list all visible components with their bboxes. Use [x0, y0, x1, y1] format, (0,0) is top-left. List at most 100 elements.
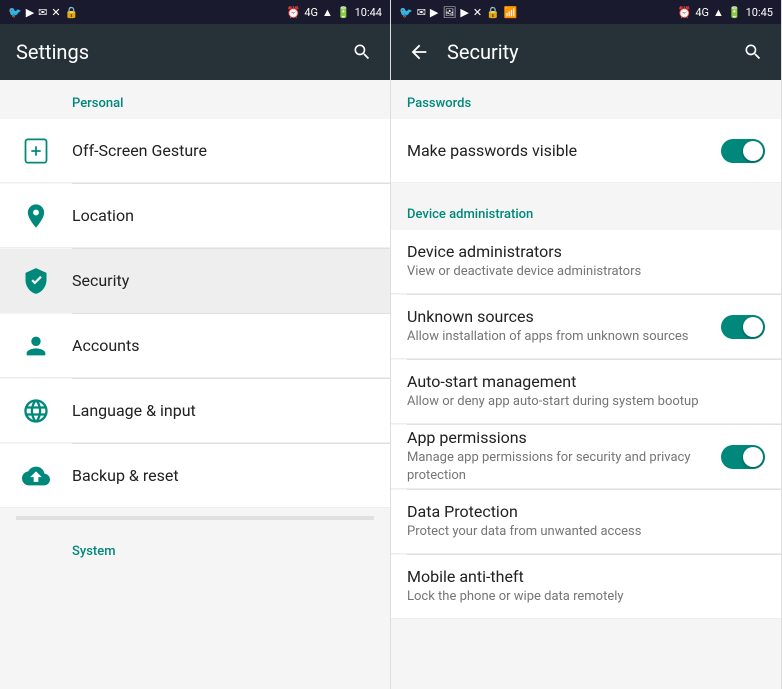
auto-start-subtitle: Allow or deny app auto-start during syst… — [407, 393, 765, 411]
right-toolbar: Security — [391, 24, 781, 80]
lock-icon: 🔒 — [65, 6, 79, 19]
data-protection-item[interactable]: Data Protection Protect your data from u… — [391, 490, 781, 554]
data-protection-title: Data Protection — [407, 502, 765, 521]
app-permissions-toggle[interactable] — [721, 445, 765, 469]
backup-item[interactable]: Backup & reset — [0, 444, 390, 508]
right-panel: 🐦 ✉ ▶ 🖼 ▶ ✕ 🔒 📶 ⏰ 4G ▲ 🔋 10:45 Security — [391, 0, 782, 689]
mobile-antitheft-text: Mobile anti-theft Lock the phone or wipe… — [407, 567, 765, 606]
location-item[interactable]: Location — [0, 184, 390, 248]
alarm-icon: ⏰ — [287, 6, 301, 19]
device-admins-text: Device administrators View or deactivate… — [407, 242, 765, 281]
sim-icon-r: 📶 — [504, 6, 518, 19]
app-permissions-item[interactable]: App permissions Manage app permissions f… — [391, 425, 781, 489]
location-title: Location — [72, 206, 374, 225]
right-status-bar: 🐦 ✉ ▶ 🖼 ▶ ✕ 🔒 📶 ⏰ 4G ▲ 🔋 10:45 — [391, 0, 781, 24]
battery-icon-r: 🔋 — [728, 6, 742, 19]
location-text: Location — [72, 206, 374, 225]
off-screen-gesture-text: Off-Screen Gesture — [72, 141, 374, 160]
accounts-title: Accounts — [72, 336, 374, 355]
img-icon-r: 🖼 — [442, 6, 456, 19]
left-search-button[interactable] — [350, 40, 374, 64]
mobile-antitheft-title: Mobile anti-theft — [407, 567, 765, 586]
app-permissions-thumb — [743, 447, 763, 467]
left-status-bar: 🐦 ▶ ✉ ✕ 🔒 ⏰ 4G ▲ 🔋 10:44 — [0, 0, 390, 24]
signal-bars-r: ▲ — [713, 6, 724, 19]
right-status-icons: 🐦 ✉ ▶ 🖼 ▶ ✕ 🔒 📶 — [399, 6, 517, 19]
unknown-sources-thumb — [743, 317, 763, 337]
passwords-visible-title: Make passwords visible — [407, 141, 721, 160]
left-toolbar-title: Settings — [16, 40, 350, 64]
signal-bars: ▲ — [322, 6, 333, 19]
accounts-text: Accounts — [72, 336, 374, 355]
left-panel: 🐦 ▶ ✉ ✕ 🔒 ⏰ 4G ▲ 🔋 10:44 Settings Person… — [0, 0, 391, 689]
network-type-r: 4G — [695, 6, 709, 19]
mobile-antitheft-item[interactable]: Mobile anti-theft Lock the phone or wipe… — [391, 555, 781, 619]
device-admins-title: Device administrators — [407, 242, 765, 261]
app-permissions-subtitle: Manage app permissions for security and … — [407, 449, 721, 485]
right-time: 10:45 — [746, 6, 773, 19]
auto-start-item[interactable]: Auto-start management Allow or deny app … — [391, 360, 781, 424]
signal-icon: ✕ — [51, 6, 60, 19]
app-permissions-title: App permissions — [407, 428, 721, 447]
unknown-sources-item[interactable]: Unknown sources Allow installation of ap… — [391, 295, 781, 359]
off-screen-gesture-title: Off-Screen Gesture — [72, 141, 374, 160]
gmail-icon: ✉ — [38, 6, 47, 19]
right-toolbar-title: Security — [447, 40, 741, 64]
passwords-visible-thumb — [743, 141, 763, 161]
unknown-sources-title: Unknown sources — [407, 307, 721, 326]
unknown-sources-toggle[interactable] — [721, 315, 765, 339]
auto-start-title: Auto-start management — [407, 372, 765, 391]
passwords-visible-text: Make passwords visible — [407, 141, 721, 160]
network-type: 4G — [304, 6, 318, 19]
unknown-sources-subtitle: Allow installation of apps from unknown … — [407, 328, 721, 346]
location-icon — [16, 196, 56, 236]
section-divider-1 — [391, 183, 781, 191]
data-protection-subtitle: Protect your data from unwanted access — [407, 523, 765, 541]
personal-section-header: Personal — [0, 80, 390, 119]
battery-icon: 🔋 — [337, 6, 351, 19]
security-title: Security — [72, 271, 374, 290]
device-admin-section-header: Device administration — [391, 191, 781, 230]
back-button[interactable] — [407, 40, 431, 64]
security-text: Security — [72, 271, 374, 290]
left-time: 10:44 — [355, 6, 382, 19]
backup-title: Backup & reset — [72, 466, 374, 485]
mobile-antitheft-subtitle: Lock the phone or wipe data remotely — [407, 588, 765, 606]
data-protection-text: Data Protection Protect your data from u… — [407, 502, 765, 541]
device-admins-item[interactable]: Device administrators View or deactivate… — [391, 230, 781, 294]
device-admins-subtitle: View or deactivate device administrators — [407, 263, 765, 281]
language-item[interactable]: Language & input — [0, 379, 390, 443]
app-permissions-text: App permissions Manage app permissions f… — [407, 428, 721, 485]
x-icon-r: ✕ — [473, 6, 482, 19]
backup-icon — [16, 456, 56, 496]
passwords-visible-item[interactable]: Make passwords visible — [391, 119, 781, 183]
system-section-header: System — [0, 528, 390, 567]
language-text: Language & input — [72, 401, 374, 420]
lock-icon-r: 🔒 — [486, 6, 500, 19]
twitter-icon-r: 🐦 — [399, 6, 413, 19]
passwords-section-header: Passwords — [391, 80, 781, 119]
language-icon — [16, 391, 56, 431]
left-toolbar: Settings — [0, 24, 390, 80]
gmail-icon-r: ✉ — [417, 6, 426, 19]
accounts-item[interactable]: Accounts — [0, 314, 390, 378]
off-screen-gesture-item[interactable]: Off-Screen Gesture — [0, 119, 390, 183]
twitter-icon: 🐦 — [8, 6, 22, 19]
right-list-content: Passwords Make passwords visible Device … — [391, 80, 781, 689]
unknown-sources-text: Unknown sources Allow installation of ap… — [407, 307, 721, 346]
accounts-icon — [16, 326, 56, 366]
yt-icon-r: ▶ — [460, 6, 468, 19]
right-search-button[interactable] — [741, 40, 765, 64]
youtube-icon: ▶ — [26, 6, 34, 19]
right-status-right: ⏰ 4G ▲ 🔋 10:45 — [678, 6, 773, 19]
left-status-right: ⏰ 4G ▲ 🔋 10:44 — [287, 6, 382, 19]
language-title: Language & input — [72, 401, 374, 420]
security-icon — [16, 261, 56, 301]
backup-text: Backup & reset — [72, 466, 374, 485]
security-item[interactable]: Security — [0, 249, 390, 313]
passwords-visible-toggle[interactable] — [721, 139, 765, 163]
video-icon-r: ▶ — [430, 6, 438, 19]
off-screen-icon — [16, 131, 56, 171]
alarm-icon-r: ⏰ — [678, 6, 692, 19]
left-status-icons: 🐦 ▶ ✉ ✕ 🔒 — [8, 6, 78, 19]
